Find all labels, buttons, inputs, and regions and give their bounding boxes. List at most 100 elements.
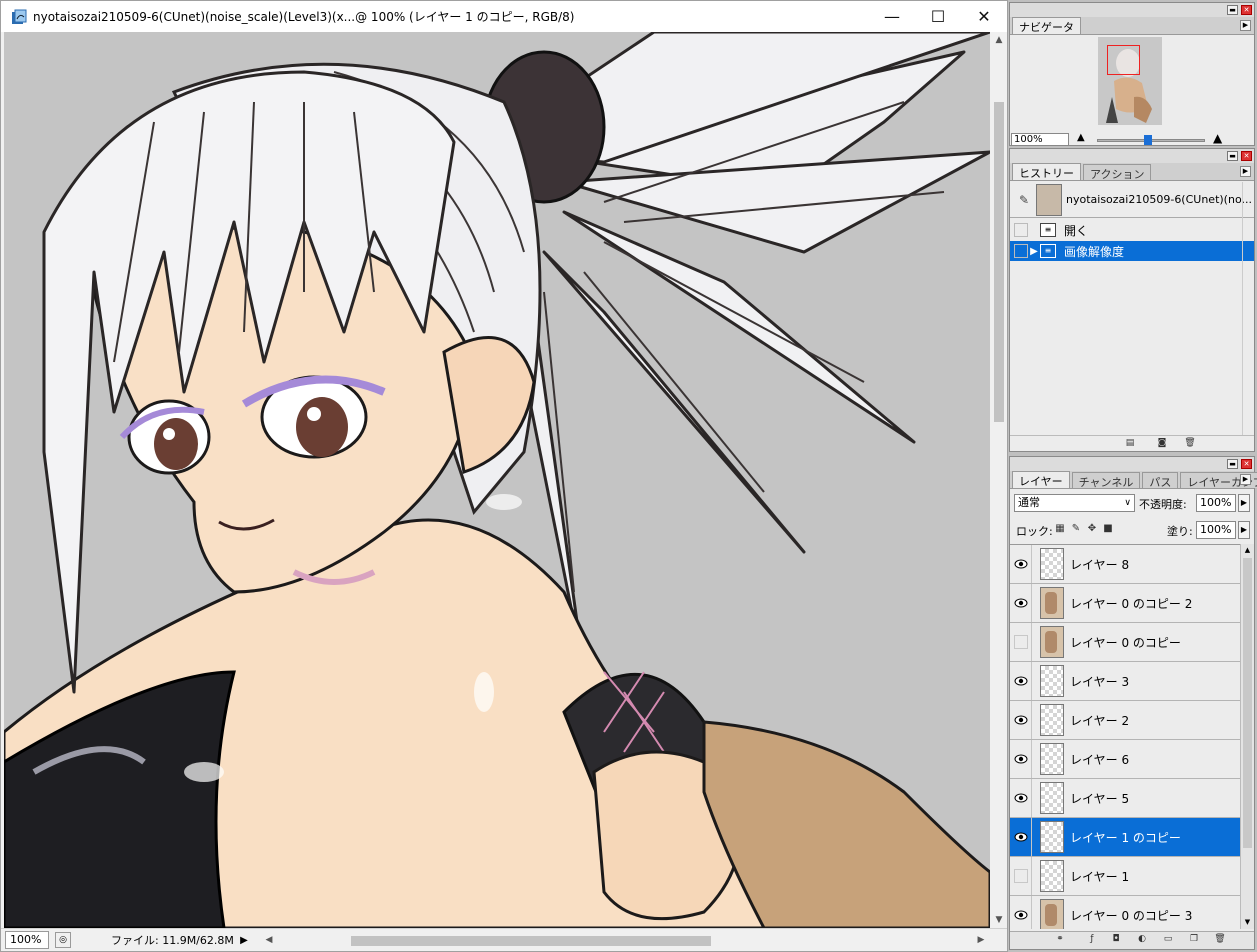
tab-navigator[interactable]: ナビゲータ [1012,17,1081,34]
layer-thumbnail[interactable] [1040,782,1064,814]
palette-minimize-icon[interactable]: ▬ [1227,151,1238,161]
layer-thumbnail[interactable] [1040,587,1064,619]
palette-close-icon[interactable]: ✕ [1241,5,1252,15]
layer-thumbnail[interactable] [1040,899,1064,929]
layers-scroll-thumb[interactable] [1243,558,1252,848]
document-titlebar[interactable]: nyotaisozai210509-6(CUnet)(noise_scale)(… [1,1,1007,32]
maximize-button[interactable]: ☐ [915,1,961,32]
history-brush-icon[interactable]: ✎ [1015,191,1033,209]
navigator-zoom-field[interactable]: 100% [1011,133,1069,146]
palette-minimize-icon[interactable]: ▬ [1227,5,1238,15]
tab-paths[interactable]: パス [1142,472,1179,489]
scroll-down-arrow-icon[interactable]: ▼ [991,912,1007,928]
canvas-horizontal-scrollbar[interactable]: ◀ ▶ [261,932,989,949]
vertical-scroll-thumb[interactable] [994,102,1004,422]
tab-layers[interactable]: レイヤー [1012,471,1070,488]
layer-thumbnail[interactable] [1040,704,1064,736]
layer-row[interactable]: レイヤー 1 のコピー [1010,818,1240,857]
history-brush-source-box[interactable] [1014,223,1028,237]
layer-row[interactable]: レイヤー 5 [1010,779,1240,818]
navigator-zoom-slider[interactable] [1097,135,1205,145]
palette-titlebar[interactable]: ▬ ✕ [1010,457,1254,471]
adjustment-layer-icon[interactable]: ◐ [1136,934,1148,945]
fill-slider-arrow-icon[interactable]: ▶ [1238,521,1250,539]
zoom-level-field[interactable]: 100% [5,931,49,949]
lock-transparency-icon[interactable]: ▦ [1054,523,1066,535]
palette-menu-icon[interactable]: ▶ [1240,474,1251,485]
palette-close-icon[interactable]: ✕ [1241,459,1252,469]
layer-thumbnail[interactable] [1040,548,1064,580]
status-navigate-icon[interactable]: ◎ [55,932,71,948]
layer-thumbnail[interactable] [1040,626,1064,658]
lock-position-move-icon[interactable]: ✥ [1086,523,1098,535]
layer-style-fx-icon[interactable]: ƒ [1086,934,1098,945]
new-layer-icon[interactable]: ❐ [1188,934,1200,945]
visibility-empty-box[interactable] [1010,623,1032,661]
zoom-slider-knob[interactable] [1144,135,1152,145]
close-button[interactable]: ✕ [961,1,1007,32]
layer-row[interactable]: レイヤー 8 [1010,545,1240,584]
layers-scrollbar[interactable]: ▲ ▼ [1240,544,1254,929]
visibility-empty-box[interactable] [1010,857,1032,895]
navigator-thumbnail[interactable] [1098,37,1162,125]
lock-all-padlock-icon[interactable]: ■ [1102,523,1114,535]
new-group-folder-icon[interactable]: ▭ [1162,934,1174,945]
history-brush-source-box[interactable] [1014,244,1028,258]
palette-menu-icon[interactable]: ▶ [1240,166,1251,177]
tab-actions[interactable]: アクション [1083,164,1152,181]
zoom-out-mountain-icon[interactable]: ▲ [1077,132,1085,143]
fill-field[interactable]: 100% [1196,521,1236,539]
visibility-eye-icon[interactable] [1010,779,1032,817]
blend-mode-select[interactable]: 通常 ∨ [1014,494,1135,512]
palette-titlebar[interactable]: ▬ ✕ [1010,3,1254,17]
layer-row[interactable]: レイヤー 0 のコピー [1010,623,1240,662]
visibility-eye-icon[interactable] [1010,545,1032,583]
visibility-eye-icon[interactable] [1010,740,1032,778]
layer-row[interactable]: レイヤー 0 のコピー 3 [1010,896,1240,929]
link-layers-icon[interactable]: ⚭ [1054,934,1066,945]
trash-icon[interactable]: 🗑 [1214,934,1226,945]
layer-row[interactable]: レイヤー 6 [1010,740,1240,779]
new-document-from-state-icon[interactable]: ▤ [1124,438,1136,449]
scroll-down-arrow-icon[interactable]: ▼ [1241,916,1254,929]
palette-close-icon[interactable]: ✕ [1241,151,1252,161]
navigator-view-box[interactable] [1107,45,1140,75]
visibility-eye-icon[interactable] [1010,662,1032,700]
visibility-eye-icon[interactable] [1010,818,1032,856]
history-snapshot[interactable]: ✎ nyotaisozai210509-6(CUnet)(no... [1010,182,1254,218]
zoom-in-mountain-icon[interactable]: ▲ [1213,131,1222,145]
horizontal-scroll-thumb[interactable] [351,936,711,946]
layer-thumbnail[interactable] [1040,743,1064,775]
layer-thumbnail[interactable] [1040,860,1064,892]
scroll-up-arrow-icon[interactable]: ▲ [991,32,1007,48]
minimize-button[interactable]: — [869,1,915,32]
layer-row[interactable]: レイヤー 0 のコピー 2 [1010,584,1240,623]
opacity-slider-arrow-icon[interactable]: ▶ [1238,494,1250,512]
visibility-eye-icon[interactable] [1010,701,1032,739]
palette-minimize-icon[interactable]: ▬ [1227,459,1238,469]
layer-mask-icon[interactable]: ◘ [1110,934,1122,945]
image-canvas[interactable] [4,32,990,928]
layer-thumbnail[interactable] [1040,821,1064,853]
scroll-left-arrow-icon[interactable]: ◀ [261,932,277,949]
tab-history[interactable]: ヒストリー [1012,163,1081,180]
layer-row[interactable]: レイヤー 1 [1010,857,1240,896]
layer-row[interactable]: レイヤー 2 [1010,701,1240,740]
scroll-up-arrow-icon[interactable]: ▲ [1241,544,1254,557]
history-step-open[interactable]: ≡ 開く [1010,220,1254,240]
palette-titlebar[interactable]: ▬ ✕ [1010,149,1254,163]
layer-row[interactable]: レイヤー 3 [1010,662,1240,701]
opacity-field[interactable]: 100% [1196,494,1236,512]
canvas-vertical-scrollbar[interactable]: ▲ ▼ [991,32,1007,928]
status-menu-arrow-icon[interactable]: ▶ [237,935,251,946]
history-state-slider-icon[interactable]: ▶ [1028,246,1040,257]
visibility-eye-icon[interactable] [1010,584,1032,622]
tab-channels[interactable]: チャンネル [1071,472,1141,489]
history-step-image-size[interactable]: ▶ ≡ 画像解像度 [1010,241,1254,261]
visibility-eye-icon[interactable] [1010,896,1032,929]
palette-menu-icon[interactable]: ▶ [1240,20,1251,31]
layer-thumbnail[interactable] [1040,665,1064,697]
lock-image-brush-icon[interactable]: ✎ [1070,523,1082,535]
scroll-right-arrow-icon[interactable]: ▶ [973,932,989,949]
new-snapshot-icon[interactable]: ◙ [1156,438,1168,449]
